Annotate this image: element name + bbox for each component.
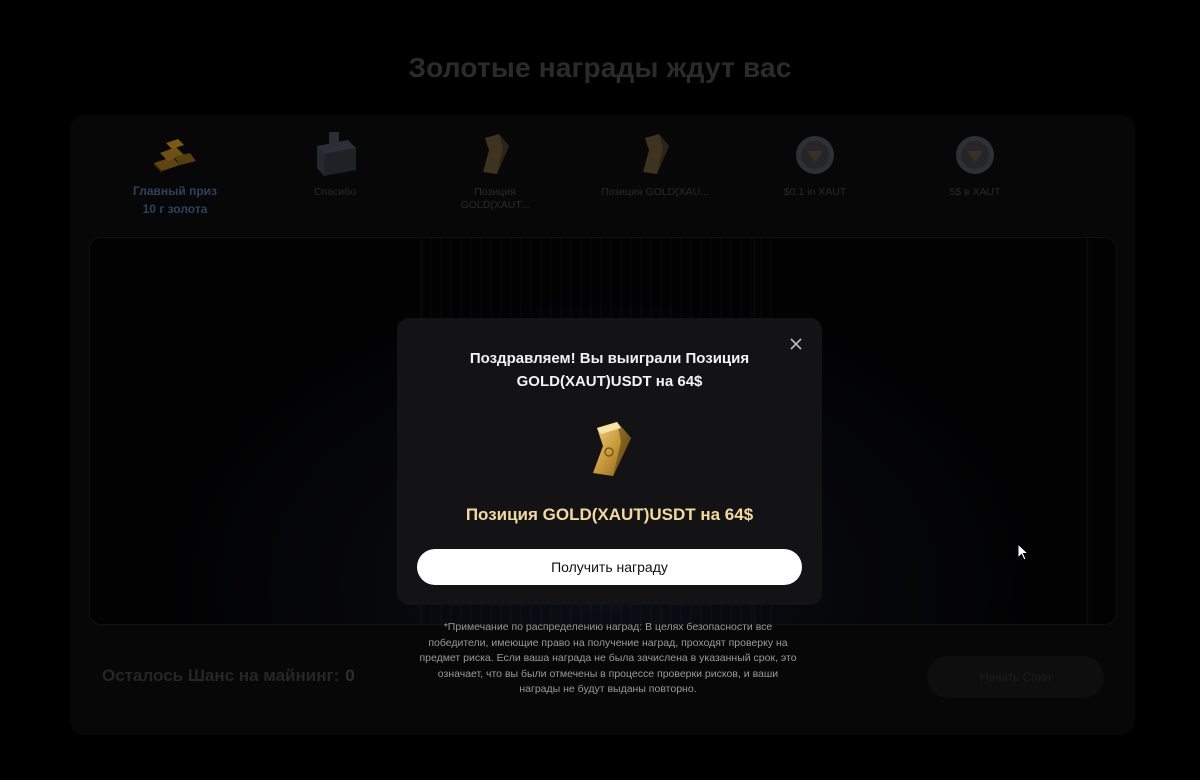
- diamond-coin-icon: [950, 130, 1000, 180]
- chance-label: Осталось Шанс на майнинг:: [102, 666, 340, 685]
- prize-label: 5$ в XAUT: [949, 186, 1001, 198]
- prize-item: Позиция GOLD(XAUT...: [415, 125, 575, 225]
- chance-count: 0: [345, 666, 355, 685]
- reward-note: *Примечание по распределению наград: В ц…: [419, 621, 797, 695]
- gold-ingot-icon: [583, 420, 639, 480]
- chance-counter: Осталось Шанс на майнинг: 0: [102, 666, 355, 686]
- gold-ingot-icon: [630, 130, 680, 180]
- prize-item: $0.1 in XAUT: [735, 125, 895, 225]
- mouse-cursor-icon: [1017, 542, 1030, 561]
- gold-bars-icon: [150, 130, 200, 180]
- prize-label: Спасибо: [313, 186, 357, 198]
- gift-box-icon: [310, 130, 360, 180]
- diamond-coin-icon: [790, 130, 840, 180]
- page-title: Золотые награды ждут вас: [408, 52, 792, 83]
- gold-ingot-icon: [470, 130, 520, 180]
- prize-label: Позиция GOLD(XAUT...: [460, 186, 530, 211]
- prize-label: $0.1 in XAUT: [783, 186, 847, 198]
- reward-modal: Поздравляем! Вы выиграли Позиция GOLD(XA…: [397, 318, 822, 605]
- spin-button[interactable]: Начать Спин: [927, 656, 1104, 698]
- prize-item: Позиция GOLD(XAU...: [575, 125, 735, 225]
- modal-title: Поздравляем! Вы выиграли Позиция GOLD(XA…: [469, 350, 750, 390]
- prize-label: Главный приз 10 г золота: [132, 184, 217, 216]
- claim-reward-button[interactable]: Получить награду: [417, 549, 802, 585]
- prize-item-main: Главный приз 10 г золота: [95, 125, 255, 225]
- page: Золотые награды ждут вас Главный приз 10…: [0, 0, 1200, 780]
- modal-prize-name: Позиция GOLD(XAUT)USDT на 64$: [465, 505, 754, 524]
- prize-item: 5$ в XAUT: [895, 125, 1055, 225]
- prize-label: Позиция GOLD(XAU...: [600, 186, 710, 198]
- prize-strip: Главный приз 10 г золота Спасибо Позиция…: [95, 125, 1120, 225]
- prize-item: Спасибо: [255, 125, 415, 225]
